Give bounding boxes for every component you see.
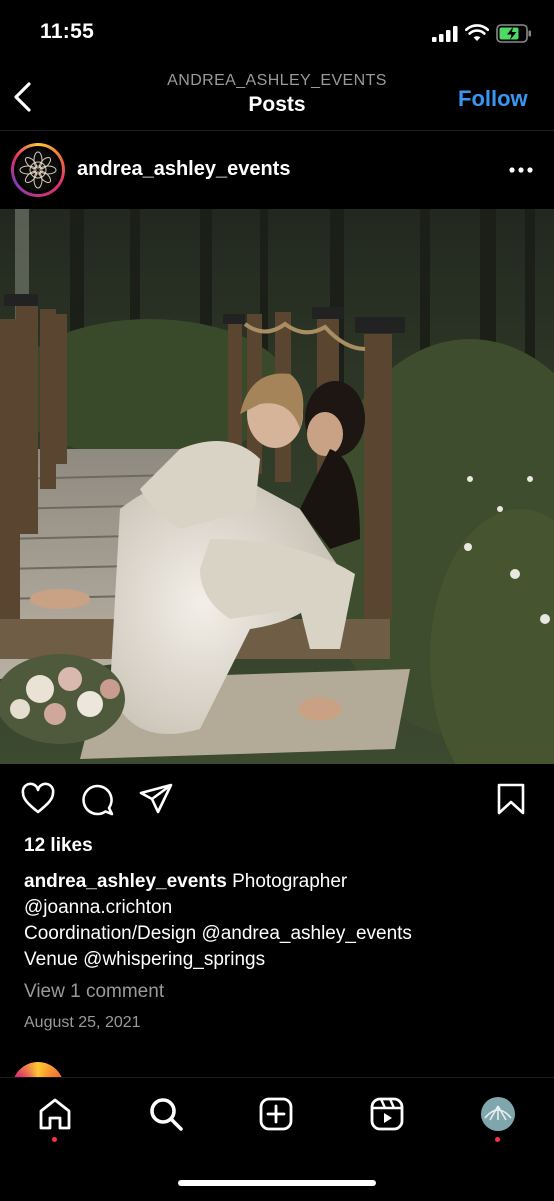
battery-charging-icon xyxy=(496,24,531,43)
status-time: 11:55 xyxy=(40,20,95,43)
new-post-icon[interactable] xyxy=(258,1096,294,1132)
caption-line-2: @joanna.crichton xyxy=(24,897,173,918)
more-options-icon[interactable] xyxy=(508,160,534,180)
post-caption: andrea_ashley_events Photographer @joann… xyxy=(24,869,524,973)
post-photo[interactable] xyxy=(0,209,554,764)
profile-notification-dot xyxy=(495,1137,500,1142)
mandala-logo-icon xyxy=(17,149,59,191)
home-indicator[interactable] xyxy=(178,1180,376,1186)
comment-icon[interactable] xyxy=(79,781,115,817)
like-heart-icon[interactable] xyxy=(20,781,56,817)
caption-username[interactable]: andrea_ashley_events xyxy=(24,871,227,892)
save-bookmark-icon[interactable] xyxy=(493,781,529,817)
post-username[interactable]: andrea_ashley_events xyxy=(77,158,290,181)
likes-count[interactable]: 12 likes xyxy=(24,835,93,857)
view-comments-link[interactable]: View 1 comment xyxy=(24,981,164,1003)
post-date: August 25, 2021 xyxy=(24,1014,141,1031)
caption-line-3: Coordination/Design @andrea_ashley_event… xyxy=(24,923,412,944)
cellular-signal-icon xyxy=(432,26,458,42)
caption-line-4: Venue @whispering_springs xyxy=(24,949,266,970)
reels-icon[interactable] xyxy=(369,1096,405,1132)
home-notification-dot xyxy=(52,1137,57,1142)
share-paper-plane-icon[interactable] xyxy=(138,781,174,817)
follow-button[interactable]: Follow xyxy=(458,86,528,112)
header-divider xyxy=(0,130,554,131)
wifi-icon xyxy=(465,24,489,41)
profile-avatar[interactable] xyxy=(480,1096,516,1132)
home-icon[interactable] xyxy=(37,1096,73,1132)
caption-line-1: Photographer xyxy=(232,871,348,892)
search-icon[interactable] xyxy=(148,1096,184,1132)
avatar[interactable] xyxy=(14,146,62,194)
